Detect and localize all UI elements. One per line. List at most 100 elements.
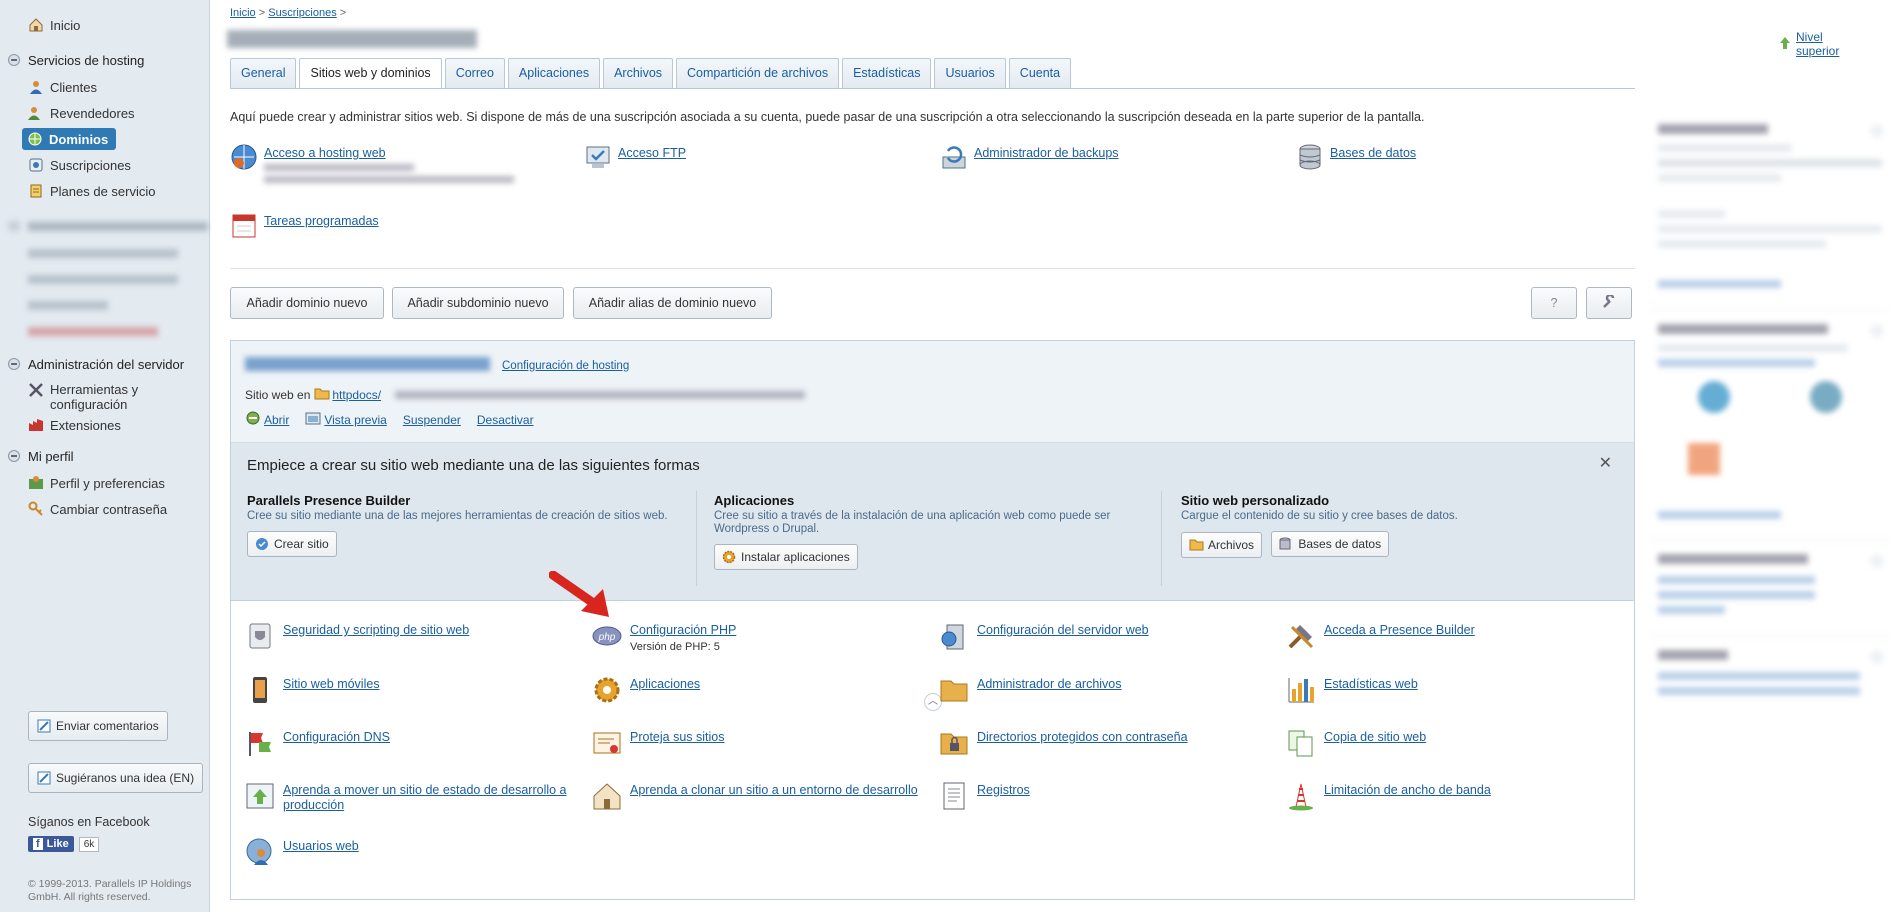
feature-dns-settings[interactable]: Configuración DNS — [245, 728, 390, 758]
feature-php-settings[interactable]: php Configuración PHP Versión de PHP: 5 — [592, 621, 736, 655]
tab-statistics[interactable]: Estadísticas — [842, 58, 932, 88]
feature-mobile-sites[interactable]: Sitio web móviles — [245, 675, 380, 705]
sidebar-item-domains[interactable]: Dominios — [0, 126, 210, 152]
feature-presence-builder[interactable]: Acceda a Presence Builder — [1286, 621, 1475, 651]
feature-label[interactable]: Usuarios web — [283, 839, 359, 853]
feature-label[interactable]: Estadísticas web — [1324, 677, 1418, 691]
sidebar-group-server[interactable]: Administración del servidor — [0, 350, 210, 378]
feature-applications[interactable]: Aplicaciones — [592, 675, 700, 705]
add-domain-button[interactable]: Añadir dominio nuevo — [230, 287, 384, 319]
databases-button[interactable]: Bases de datos — [1271, 531, 1390, 557]
feature-move-to-production[interactable]: Aprenda a mover un sitio de estado de de… — [245, 781, 573, 813]
tool-databases[interactable]: Bases de datos — [1296, 143, 1416, 171]
tool-hosting-access[interactable]: Acceso a hosting web — [230, 143, 514, 183]
feature-label[interactable]: Sitio web móviles — [283, 677, 380, 691]
feature-label[interactable]: Aplicaciones — [630, 677, 700, 691]
bar-chart-icon — [1286, 675, 1316, 705]
feature-web-statistics[interactable]: Estadísticas web — [1286, 675, 1418, 705]
feature-label[interactable]: Proteja sus sitios — [630, 730, 724, 744]
feature-bandwidth-limit[interactable]: Limitación de ancho de banda — [1286, 781, 1491, 811]
feature-webserver-settings[interactable]: Configuración del servidor web — [939, 621, 1149, 651]
hosting-config-link[interactable]: Configuración de hosting — [502, 360, 629, 372]
feature-protect-sites[interactable]: Proteja sus sitios — [592, 728, 724, 758]
tab-files[interactable]: Archivos — [603, 58, 674, 88]
tab-account[interactable]: Cuenta — [1008, 58, 1072, 88]
tab-users[interactable]: Usuarios — [934, 58, 1006, 88]
sidebar-item-plans[interactable]: Planes de servicio — [0, 178, 210, 204]
quickstart-panel: Empiece a crear su sitio web mediante un… — [231, 443, 1634, 711]
feature-label[interactable]: Seguridad y scripting de sitio web — [283, 623, 469, 637]
add-subdomain-button[interactable]: Añadir subdominio nuevo — [392, 287, 564, 319]
tab-mail[interactable]: Correo — [444, 58, 505, 88]
feature-label[interactable]: Copia de sitio web — [1324, 730, 1426, 744]
install-apps-button[interactable]: Instalar aplicaciones — [714, 544, 858, 570]
close-icon[interactable]: ✕ — [1599, 453, 1612, 473]
breadcrumb-subscriptions[interactable]: Suscripciones — [268, 7, 336, 19]
tab-applications[interactable]: Aplicaciones — [507, 58, 601, 88]
feedback-button[interactable]: Enviar comentarios — [28, 711, 168, 741]
sidebar-item-subscriptions[interactable]: Suscripciones — [0, 152, 210, 178]
add-alias-button[interactable]: Añadir alias de dominio nuevo — [573, 287, 772, 319]
open-link[interactable]: Abrir — [264, 413, 289, 427]
tab-file-sharing[interactable]: Compartición de archivos — [676, 58, 840, 88]
feature-file-manager[interactable]: Administrador de archivos — [939, 675, 1122, 705]
sidebar-item-clients[interactable]: Clientes — [0, 74, 210, 100]
domain-name[interactable] — [245, 357, 490, 374]
sidebar-group-hosting[interactable]: Servicios de hosting — [0, 46, 210, 74]
feature-website-copy[interactable]: Copia de sitio web — [1286, 728, 1426, 758]
feature-label[interactable]: Aprenda a mover un sitio de estado de de… — [283, 783, 567, 812]
breadcrumb-home[interactable]: Inicio — [230, 7, 256, 19]
sidebar-item-password[interactable]: Cambiar contraseña — [0, 496, 210, 522]
suggest-idea-button[interactable]: Sugiéranos una idea (EN) — [28, 763, 204, 793]
feature-label[interactable]: Registros — [977, 783, 1030, 797]
quickstart-col-title: Sitio web personalizado — [1181, 493, 1330, 508]
feature-web-users[interactable]: Usuarios web — [245, 837, 359, 867]
deactivate-link[interactable]: Desactivar — [477, 413, 534, 427]
upper-level-label[interactable]: Nivel superior — [1796, 30, 1839, 58]
suspend-link[interactable]: Suspender — [403, 413, 461, 427]
sidebar-item-resellers[interactable]: Revendedores — [0, 100, 210, 126]
feature-clone-to-development[interactable]: Aprenda a clonar un sitio a un entorno d… — [592, 781, 918, 811]
upper-level-link[interactable]: Nivel superior — [1779, 30, 1839, 58]
facebook-like[interactable]: f Like 6k — [28, 836, 100, 852]
collapse-icon[interactable] — [8, 358, 20, 370]
tab-websites[interactable]: Sitios web y dominios — [299, 58, 442, 89]
feature-logs[interactable]: Registros — [939, 781, 1030, 811]
files-button[interactable]: Archivos — [1181, 532, 1263, 558]
tool-label[interactable]: Administrador de backups — [974, 146, 1119, 160]
tool-label[interactable]: Bases de datos — [1330, 146, 1416, 160]
feature-label[interactable]: Configuración del servidor web — [977, 623, 1149, 637]
help-button[interactable]: ? — [1531, 287, 1577, 319]
sidebar-item-home[interactable]: Inicio — [0, 12, 210, 38]
tool-label[interactable]: Acceso FTP — [618, 146, 686, 160]
like-button[interactable]: f Like — [28, 836, 74, 852]
feature-label[interactable]: Administrador de archivos — [977, 677, 1122, 691]
tool-label[interactable]: Acceso a hosting web — [264, 146, 386, 160]
sidebar-item-extensions[interactable]: Extensiones — [0, 412, 210, 438]
sidebar-group-profile[interactable]: Mi perfil — [0, 442, 210, 470]
feature-label[interactable]: Directorios protegidos con contraseña — [977, 730, 1188, 744]
create-site-button[interactable]: Crear sitio — [247, 531, 337, 557]
feature-label[interactable]: Aprenda a clonar un sitio a un entorno d… — [630, 783, 918, 797]
tool-backup-manager[interactable]: Administrador de backups — [940, 143, 1119, 171]
tool-scheduled-tasks[interactable]: Tareas programadas — [230, 211, 379, 239]
tool-ftp-access[interactable]: Acceso FTP — [584, 143, 686, 171]
active-pill[interactable]: Dominios — [22, 128, 117, 150]
feature-security[interactable]: Seguridad y scripting de sitio web — [245, 621, 469, 651]
feature-label[interactable]: Configuración PHP — [630, 623, 736, 637]
feature-protected-directories[interactable]: Directorios protegidos con contraseña — [939, 728, 1188, 758]
database-icon — [1279, 537, 1294, 551]
settings-button[interactable] — [1586, 287, 1632, 319]
sidebar-item-tools[interactable]: Herramientas y configuración — [0, 378, 210, 412]
dns-icon — [245, 728, 275, 758]
feature-label[interactable]: Configuración DNS — [283, 730, 390, 744]
sidebar-item-profile[interactable]: Perfil y preferencias — [0, 470, 210, 496]
tab-general[interactable]: General — [230, 58, 297, 88]
feature-label[interactable]: Acceda a Presence Builder — [1324, 623, 1475, 637]
feature-label[interactable]: Limitación de ancho de banda — [1324, 783, 1491, 797]
collapse-icon[interactable] — [8, 450, 20, 462]
docroot-link[interactable]: httpdocs/ — [332, 388, 381, 402]
preview-link[interactable]: Vista previa — [324, 413, 386, 427]
collapse-icon[interactable] — [8, 54, 20, 66]
tool-label[interactable]: Tareas programadas — [264, 214, 379, 228]
